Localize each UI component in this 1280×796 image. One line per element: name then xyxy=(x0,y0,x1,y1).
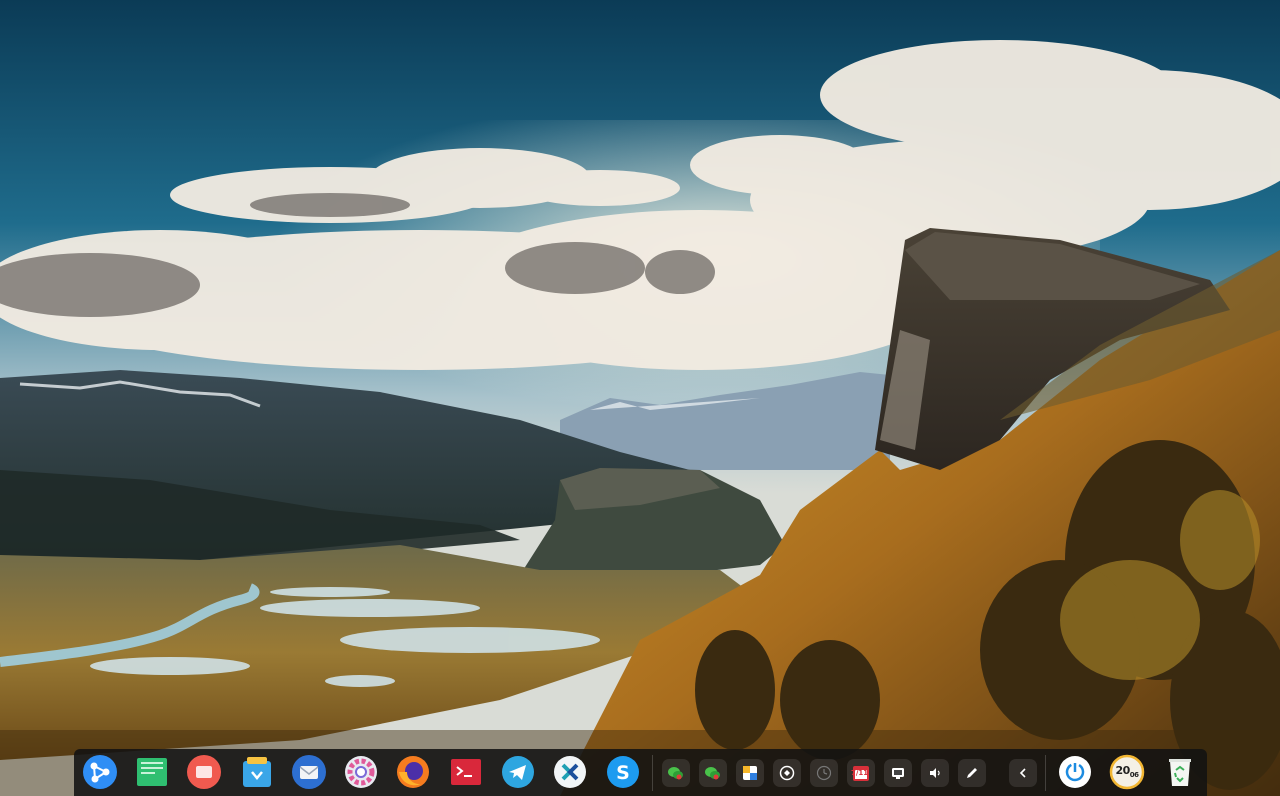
volume-icon[interactable] xyxy=(921,759,949,787)
dock-separator xyxy=(652,755,653,791)
screen-recorder-icon[interactable] xyxy=(186,754,222,790)
clock-minute: 06 xyxy=(1129,771,1139,780)
launcher-icon[interactable] xyxy=(82,754,118,790)
trash-icon[interactable] xyxy=(1162,754,1198,790)
calendar-icon[interactable]: 7/11 xyxy=(847,759,875,787)
remote-desktop-icon[interactable] xyxy=(552,754,588,790)
dock-separator xyxy=(1045,755,1046,791)
mail-icon[interactable] xyxy=(291,754,327,790)
store-icon[interactable] xyxy=(239,754,275,790)
clock-hour: 20 xyxy=(1115,764,1130,778)
desktop-wallpaper xyxy=(0,0,1280,796)
dock: S 7/11 2006 xyxy=(74,749,1207,796)
calendar-date-text: 7/11 xyxy=(851,769,869,777)
skype-icon[interactable]: S xyxy=(605,754,641,790)
firefox-icon[interactable] xyxy=(395,754,431,790)
message-icon[interactable] xyxy=(884,759,912,787)
gear-icon[interactable] xyxy=(343,754,379,790)
clock-icon[interactable] xyxy=(810,759,838,787)
pen-icon[interactable] xyxy=(958,759,986,787)
telegram-icon[interactable] xyxy=(500,754,536,790)
wechat-icon[interactable] xyxy=(662,759,690,787)
clock-widget[interactable]: 2006 xyxy=(1109,754,1145,790)
chevron-left-icon[interactable] xyxy=(1009,759,1037,787)
folder-icon[interactable] xyxy=(134,754,170,790)
svg-text:S: S xyxy=(616,762,630,784)
wechat-icon[interactable] xyxy=(699,759,727,787)
terminal-icon[interactable] xyxy=(448,754,484,790)
power-icon[interactable] xyxy=(1057,754,1093,790)
window-icon[interactable] xyxy=(736,759,764,787)
target-icon[interactable] xyxy=(773,759,801,787)
